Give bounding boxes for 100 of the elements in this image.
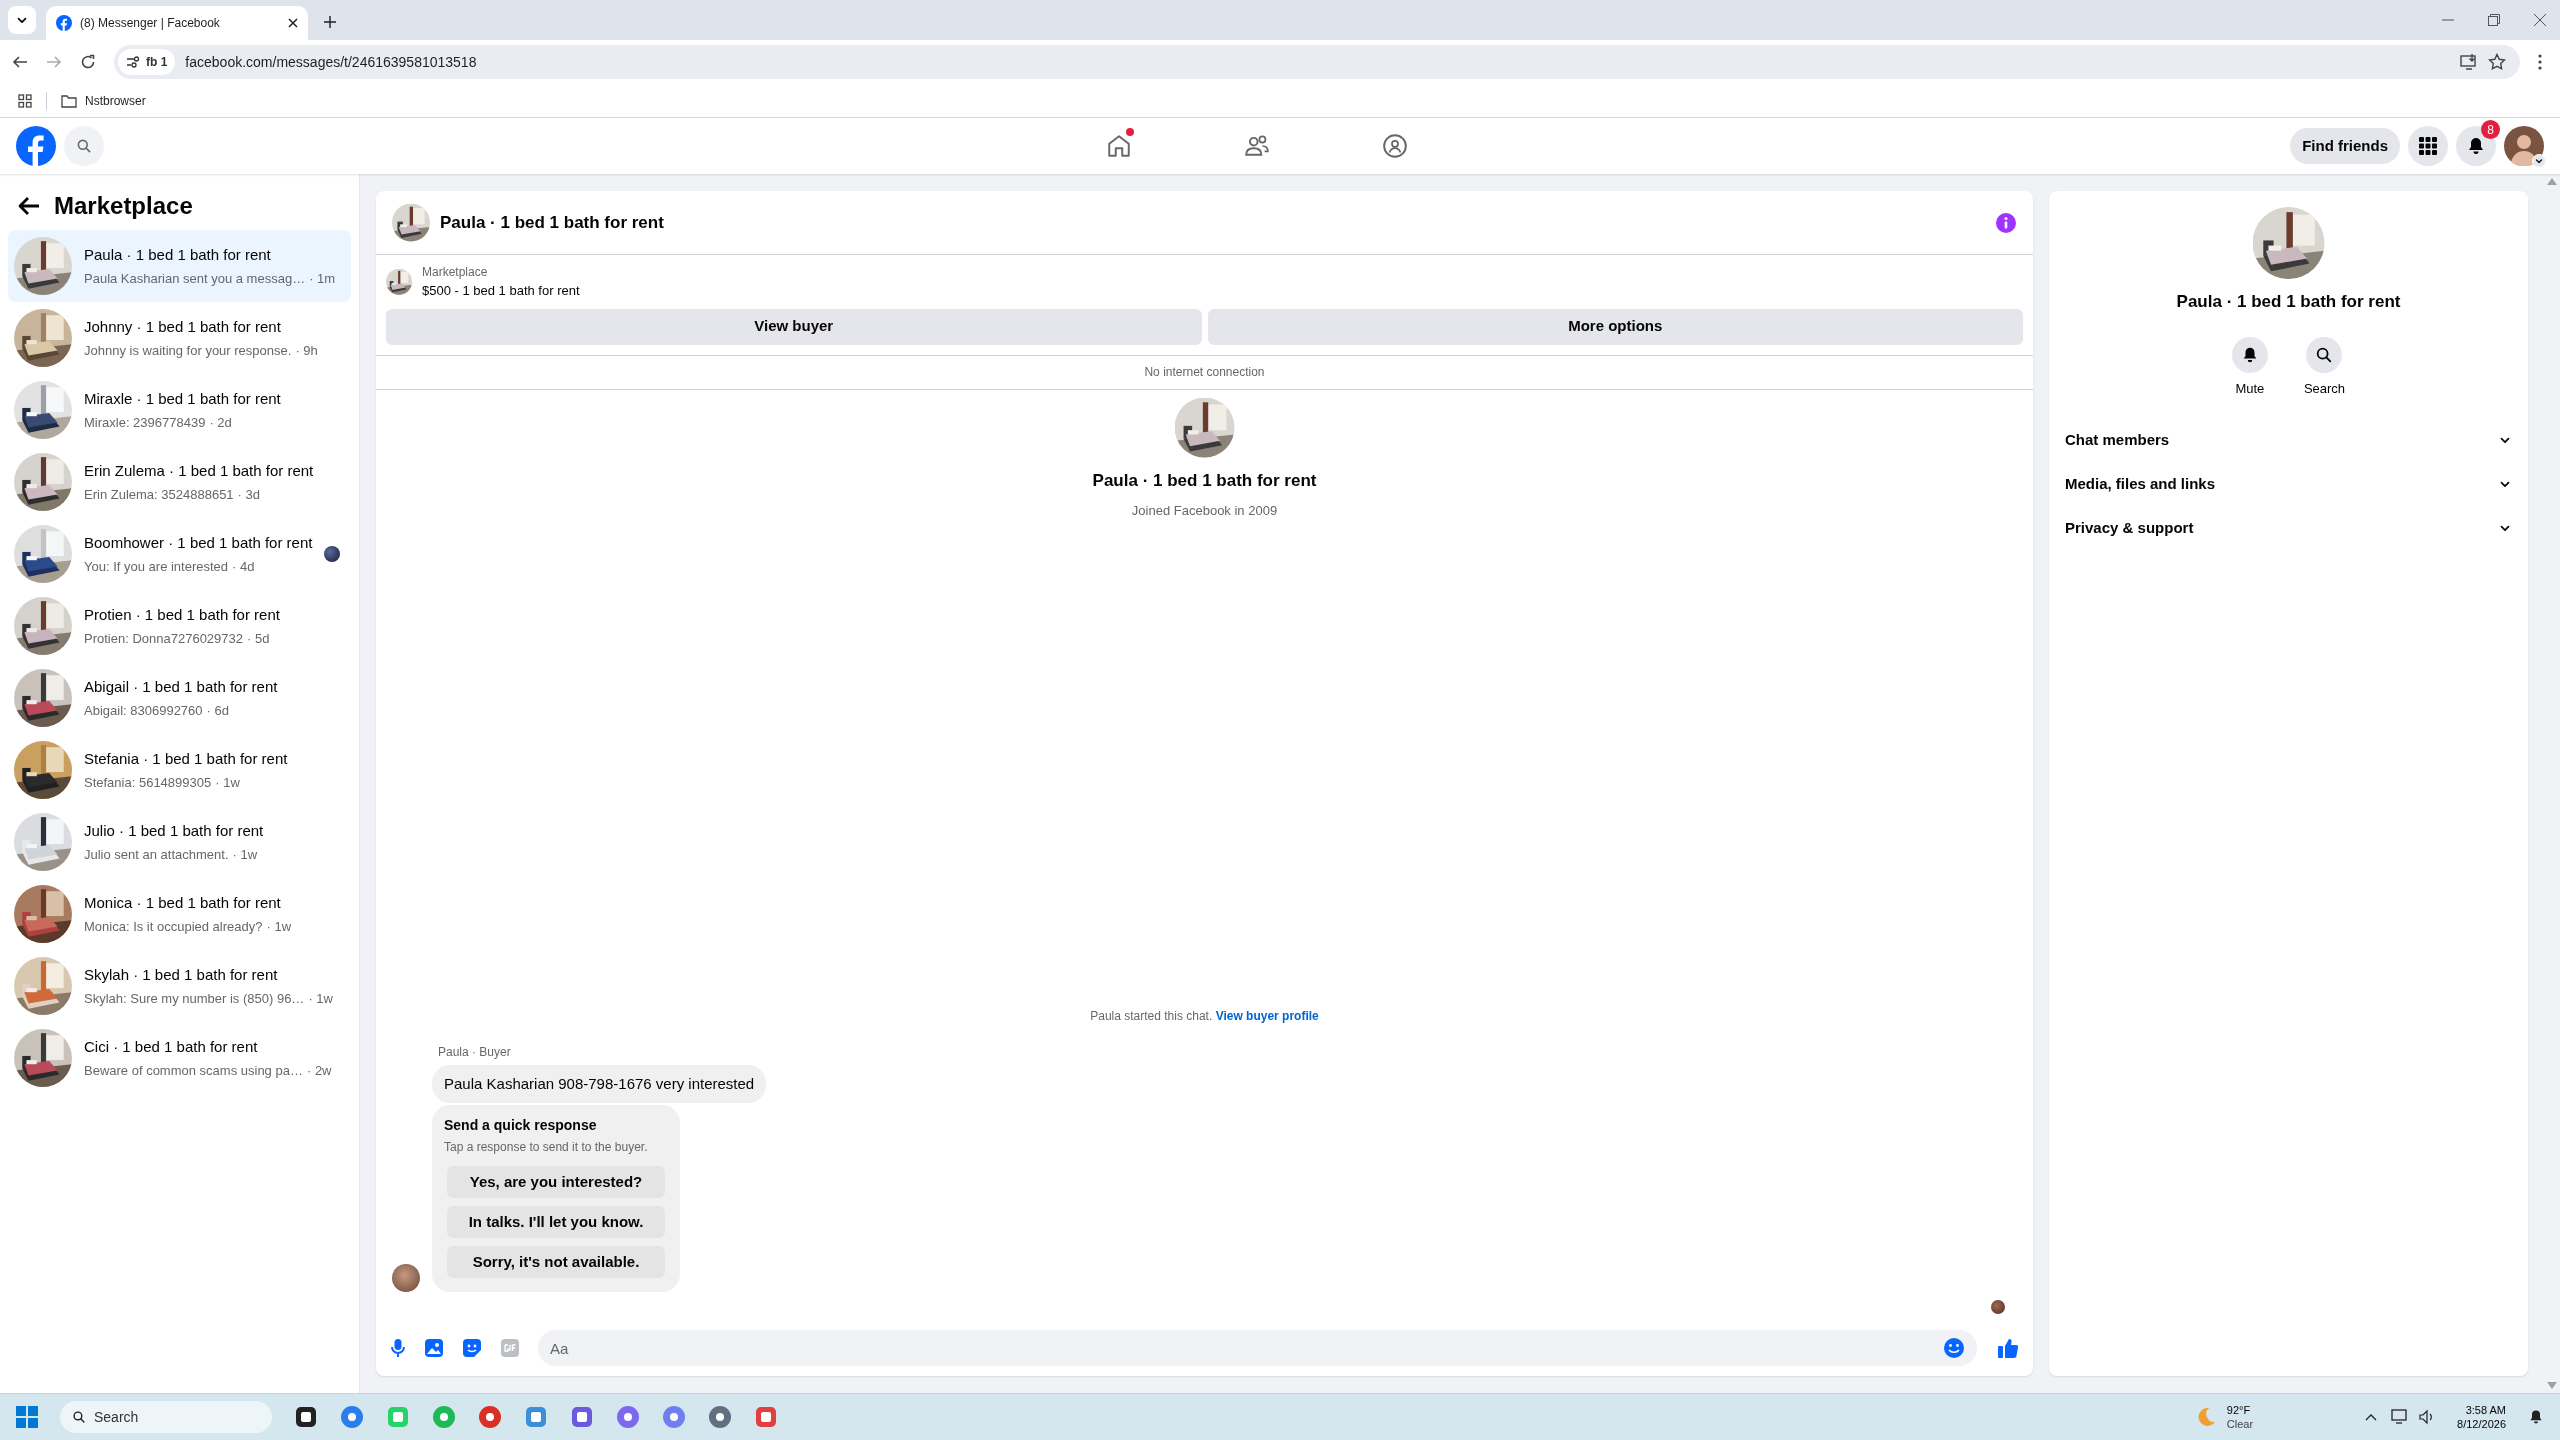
apps-grid-icon[interactable] <box>18 93 32 108</box>
message-input[interactable]: Aa <box>538 1330 1977 1366</box>
close-icon[interactable] <box>288 18 298 28</box>
conversation-title: Erin Zulema · 1 bed 1 bath for rent <box>84 460 315 481</box>
facebook-logo-icon[interactable] <box>16 126 56 166</box>
browser-tab[interactable]: (8) Messenger | Facebook <box>46 6 308 40</box>
message-time: · 5d <box>247 630 270 648</box>
browser-icon[interactable] <box>478 1405 502 1429</box>
info-icon[interactable] <box>1995 211 2017 234</box>
microphone-icon[interactable] <box>390 1338 406 1358</box>
profile-name: Paula · 1 bed 1 bath for rent <box>1092 469 1317 492</box>
listing-label: Marketplace <box>422 264 489 281</box>
browser-icon[interactable] <box>616 1405 640 1429</box>
section-header[interactable]: Media, files and links <box>2057 462 2520 506</box>
taskbar-search[interactable]: Search <box>60 1401 272 1433</box>
address-bar[interactable]: fb 1 facebook.com/messages/t/2461639581013518 <box>114 45 2520 79</box>
new-tab-icon[interactable] <box>324 16 336 28</box>
conversation-title: Boomhower · 1 bed 1 bath for rent <box>84 532 313 553</box>
section-header[interactable]: Privacy & support <box>2057 506 2520 550</box>
app-icon[interactable] <box>570 1405 594 1429</box>
message-preview: Julio sent an attachment. <box>84 846 229 864</box>
contact-name: Paula · 1 bed 1 bath for rent <box>2176 291 2401 313</box>
conversation-title: Miraxle · 1 bed 1 bath for rent <box>84 388 282 409</box>
back-icon[interactable] <box>12 54 28 70</box>
chat-started-text: Paula started this chat. View buyer profile <box>1090 1007 1319 1025</box>
quick-response-button[interactable]: Sorry, it's not available. <box>447 1246 665 1278</box>
close-window-icon[interactable] <box>2534 14 2546 26</box>
search-button[interactable] <box>64 126 104 166</box>
message-preview: Beware of common scams using pa… <box>84 1062 303 1080</box>
message-time: · 3d <box>237 486 260 504</box>
section-header[interactable]: Chat members <box>2057 418 2520 462</box>
like-icon[interactable] <box>1997 1337 2019 1359</box>
clock-date: 8/12/2026 <box>2457 1417 2506 1431</box>
message-preview: Miraxle: 2396778439 <box>84 414 206 432</box>
menu-icon[interactable] <box>2538 54 2542 70</box>
conversation-title: Johnny · 1 bed 1 bath for rent <box>84 316 282 337</box>
conversation-title: Paula · 1 bed 1 bath for rent <box>84 244 272 265</box>
image-icon[interactable] <box>424 1338 444 1358</box>
windows-start-icon[interactable] <box>16 1406 38 1428</box>
account-avatar[interactable] <box>2504 126 2544 166</box>
message-preview: Stefania: 5614899305 <box>84 774 212 792</box>
avatar <box>392 1264 420 1292</box>
bell-icon <box>2528 1409 2544 1425</box>
quick-response-title: Send a quick response <box>444 1116 598 1135</box>
emoji-icon[interactable] <box>1943 1337 1965 1359</box>
message-bubble: Paula Kasharian 908-798-1676 very interested <box>432 1064 767 1103</box>
quick-response-subtitle: Tap a response to send it to the buyer. <box>444 1139 649 1156</box>
listing-title: $500 - 1 bed 1 bath for rent <box>422 282 580 300</box>
message-preview: Skylah: Sure my number is (850) 96… <box>84 990 305 1008</box>
message-time: · 1w <box>308 990 333 1008</box>
home-icon <box>1106 133 1133 159</box>
browser-icon[interactable] <box>662 1405 686 1429</box>
search-icon <box>2315 345 2334 364</box>
menu-button[interactable] <box>2408 126 2448 166</box>
facebook-logo-icon <box>56 15 72 31</box>
weather-condition: Clear <box>2226 1417 2254 1431</box>
conversation-item[interactable]: Paula · 1 bed 1 bath for rent Paula Kasharian sent you a messag… · 1m <box>8 230 351 302</box>
reload-icon[interactable] <box>80 54 96 70</box>
clock-time: 3:58 AM <box>2465 1403 2506 1417</box>
find-friends-button[interactable]: Find friends <box>2290 128 2400 164</box>
profile-label: fb 1 <box>146 54 168 71</box>
profile-chip[interactable]: fb 1 <box>118 49 176 75</box>
weather-temperature: 92°F <box>2226 1403 2252 1417</box>
connection-status-text: No internet connection <box>1144 364 1265 381</box>
joined-text: Joined Facebook in 2009 <box>1131 502 1278 520</box>
groups-icon <box>1382 133 1409 159</box>
message-preview: Protien: Donna7276029732 <box>84 630 244 648</box>
network-icon[interactable] <box>2391 1409 2410 1425</box>
site-settings-icon[interactable] <box>126 55 140 69</box>
chevron-down-icon <box>2534 156 2544 166</box>
notifications-button[interactable] <box>2456 126 2496 166</box>
sticker-icon[interactable] <box>462 1338 482 1358</box>
message-preview: Paula Kasharian sent you a messag… <box>84 270 306 288</box>
seen-avatar <box>1991 1300 2005 1314</box>
message-time: · 6d <box>206 702 229 720</box>
install-app-icon[interactable] <box>2460 53 2478 71</box>
conversation-title: Cici · 1 bed 1 bath for rent <box>84 1036 259 1057</box>
bookmark-link[interactable]: Nstbrowser <box>61 91 146 110</box>
chevron-up-icon[interactable] <box>2365 1413 2378 1421</box>
grid-icon <box>2419 137 2437 155</box>
notification-badge: 8 <box>2481 120 2500 139</box>
star-icon[interactable] <box>2488 53 2506 71</box>
quick-response-button[interactable]: Yes, are you interested? <box>447 1166 665 1198</box>
browser-icon[interactable] <box>340 1405 364 1429</box>
view-buyer-profile-link[interactable]: View buyer profile <box>1215 1008 1319 1023</box>
message-preview: Johnny is waiting for your response. <box>84 342 292 360</box>
message-time: · 1w <box>215 774 240 792</box>
message-time: · 2d <box>209 414 232 432</box>
quick-response-button[interactable]: In talks. I'll let you know. <box>447 1206 665 1238</box>
back-arrow-icon[interactable] <box>18 196 40 216</box>
conversation-title: Stefania · 1 bed 1 bath for rent <box>84 748 289 769</box>
tab-list-button[interactable] <box>8 6 36 34</box>
listing-action-button[interactable]: View buyer <box>386 308 1202 345</box>
people-icon <box>1244 133 1271 159</box>
message-preview: Abigail: 8306992760 <box>84 702 203 720</box>
conversation-title: Julio · 1 bed 1 bath for rent <box>84 820 265 841</box>
listing-action-button[interactable]: More options <box>1207 308 2023 345</box>
search-icon <box>76 138 92 154</box>
restore-icon[interactable] <box>2488 14 2500 26</box>
message-time: · 9h <box>295 342 318 360</box>
